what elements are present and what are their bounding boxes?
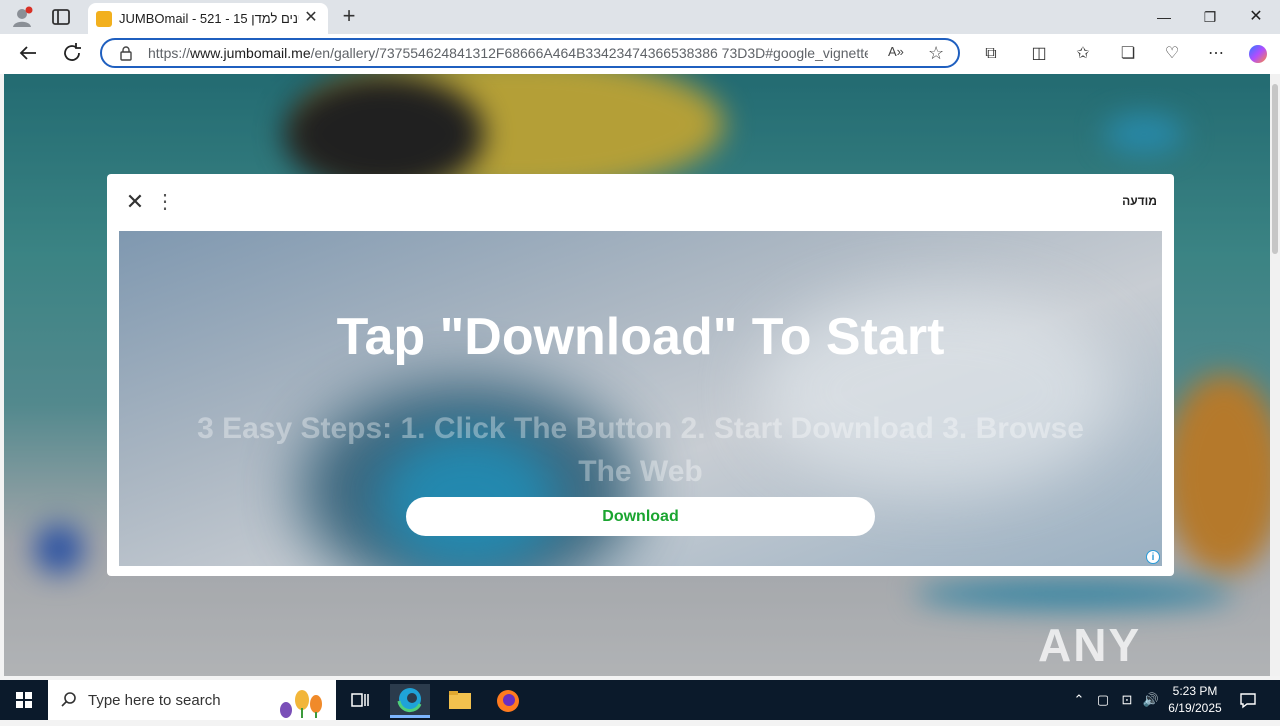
ad-subtitle: 3 Easy Steps: 1. Click The Button 2. Sta… bbox=[197, 412, 1084, 488]
active-tab[interactable]: JUMBOmail - 521 - 15 פנים למדן ✕ bbox=[88, 3, 328, 34]
network-icon[interactable]: ⊡ bbox=[1118, 690, 1136, 710]
show-hidden-icons-chevron[interactable]: ⌃ bbox=[1070, 690, 1088, 710]
task-view-icon[interactable] bbox=[340, 684, 380, 718]
split-screen-icon[interactable]: ◫ bbox=[1028, 43, 1050, 65]
read-aloud-icon[interactable]: A» bbox=[888, 44, 908, 64]
clock-time: 5:23 PM bbox=[1172, 684, 1218, 698]
scrollbar-thumb[interactable] bbox=[1272, 84, 1278, 254]
windows-taskbar: Type here to search ⌃ ▢ ⊡ 🔊 5:23 PM 6/19… bbox=[0, 680, 1280, 720]
page-scrollbar[interactable] bbox=[1270, 74, 1280, 676]
new-tab-button[interactable]: + bbox=[338, 5, 360, 27]
tulip-decoration-icon bbox=[266, 682, 332, 718]
ad-info-icon[interactable]: i bbox=[1146, 550, 1160, 564]
search-icon bbox=[60, 691, 78, 709]
notification-icon[interactable] bbox=[1238, 690, 1258, 710]
download-button[interactable]: Download bbox=[406, 497, 875, 536]
ad-label: מודעה bbox=[1122, 194, 1157, 208]
volume-icon[interactable]: 🔊 bbox=[1142, 690, 1160, 710]
jumbomail-favicon-icon bbox=[96, 11, 112, 27]
restore-button[interactable]: ❐ bbox=[1199, 6, 1221, 28]
start-button[interactable] bbox=[0, 680, 48, 720]
tab-close-icon[interactable]: ✕ bbox=[302, 9, 320, 27]
favorites-icon[interactable]: ✩ bbox=[1072, 43, 1094, 65]
lock-icon[interactable] bbox=[118, 45, 134, 61]
tab-title: JUMBOmail - 521 - 15 פנים למדן bbox=[119, 11, 299, 26]
tab-actions-icon[interactable] bbox=[50, 6, 72, 28]
system-clock[interactable]: 5:23 PM 6/19/2025 bbox=[1160, 683, 1230, 717]
profile-icon[interactable] bbox=[10, 5, 34, 29]
close-window-button[interactable]: ✕ bbox=[1245, 6, 1267, 28]
close-ad-button[interactable]: ✕ bbox=[123, 190, 147, 214]
battery-icon[interactable]: ▢ bbox=[1094, 690, 1112, 710]
more-options-icon[interactable]: ⋯ bbox=[1205, 43, 1227, 65]
extensions-icon[interactable]: ⧉ bbox=[980, 43, 1002, 65]
firefox-icon[interactable] bbox=[488, 684, 528, 718]
search-placeholder: Type here to search bbox=[88, 692, 221, 709]
browser-essentials-icon[interactable]: ♡ bbox=[1161, 43, 1183, 65]
browser-toolbar: https://www.jumbomail.me/en/gallery/7375… bbox=[0, 34, 1280, 74]
ad-vignette-modal: ✕ ⋮ מודעה Tap "Download" To Start 3 Easy… bbox=[107, 174, 1174, 576]
minimize-button[interactable]: — bbox=[1153, 6, 1175, 28]
ad-title: Tap "Download" To Start bbox=[336, 308, 945, 366]
file-explorer-icon[interactable] bbox=[440, 684, 480, 718]
ad-more-options-icon[interactable]: ⋮ bbox=[155, 190, 175, 214]
copilot-icon[interactable] bbox=[1247, 43, 1269, 65]
address-bar[interactable]: https://www.jumbomail.me/en/gallery/7375… bbox=[100, 38, 960, 68]
taskbar-search-box[interactable]: Type here to search bbox=[48, 680, 336, 720]
back-button[interactable] bbox=[16, 41, 40, 65]
clock-date: 6/19/2025 bbox=[1168, 701, 1222, 715]
collections-icon[interactable]: ❏ bbox=[1117, 43, 1139, 65]
reload-button[interactable] bbox=[60, 41, 84, 65]
browser-tab-bar: JUMBOmail - 521 - 15 פנים למדן ✕ + — ❐ ✕ bbox=[0, 0, 1280, 34]
url-text[interactable]: https://www.jumbomail.me/en/gallery/7375… bbox=[148, 45, 868, 63]
anyrun-watermark: ANY RUN bbox=[1038, 610, 1238, 725]
ad-creative[interactable]: Tap "Download" To Start 3 Easy Steps: 1.… bbox=[119, 231, 1162, 566]
favorite-star-icon[interactable]: ☆ bbox=[928, 43, 948, 63]
edge-taskbar-icon[interactable] bbox=[390, 684, 430, 718]
